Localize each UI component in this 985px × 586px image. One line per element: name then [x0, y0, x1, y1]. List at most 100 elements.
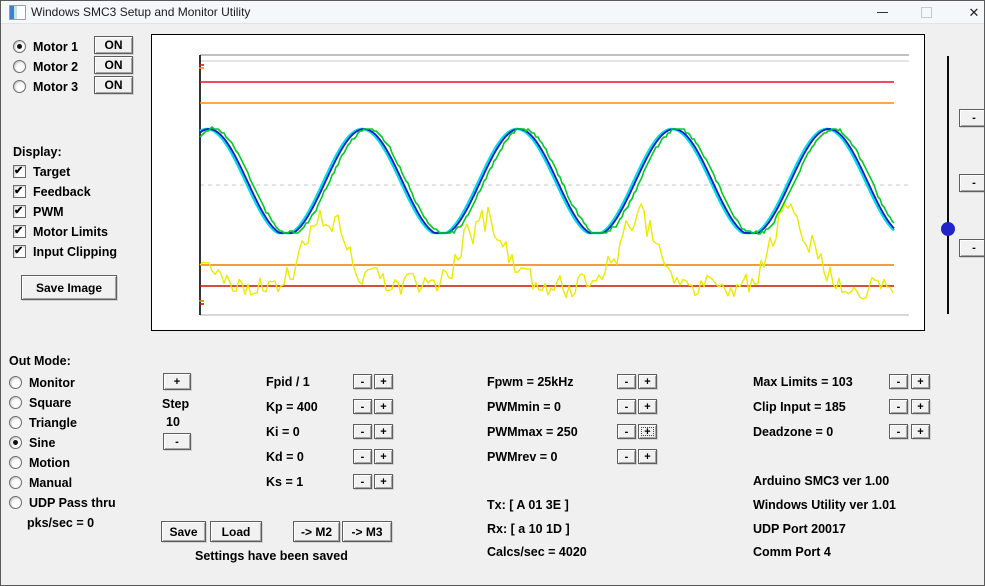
motor-1-option[interactable]: Motor 1: [13, 39, 78, 54]
out-mode-sine-option[interactable]: Sine: [9, 435, 55, 450]
kd-plus-button[interactable]: +: [374, 449, 393, 464]
fpwm-value: Fpwm = 25kHz: [487, 375, 574, 389]
step-plus-button[interactable]: +: [163, 373, 191, 390]
motor-1-label: Motor 1: [33, 39, 79, 54]
copy-to-m2-button[interactable]: -> M2: [293, 521, 340, 542]
ki-value: Ki = 0: [266, 425, 300, 439]
deadzone-minus-button[interactable]: -: [889, 424, 908, 439]
fpwm-minus-button[interactable]: -: [617, 374, 636, 389]
scale-slider-track[interactable]: [947, 56, 949, 314]
tx-value: Tx: [ A 01 3E ]: [487, 498, 569, 512]
out-mode-monitor-option[interactable]: Monitor: [9, 375, 75, 390]
radio-icon: [13, 80, 26, 93]
load-button[interactable]: Load: [210, 521, 262, 542]
out-mode-square-option[interactable]: Square: [9, 395, 71, 410]
max-limits-minus-button[interactable]: -: [889, 374, 908, 389]
out-mode-manual-option[interactable]: Manual: [9, 475, 72, 490]
maximize-icon: [920, 6, 932, 18]
display-input-clipping-label: Input Clipping: [33, 244, 118, 259]
rx-value: Rx: [ a 10 1D ]: [487, 522, 570, 536]
out-mode-motion-option[interactable]: Motion: [9, 455, 70, 470]
motor-3-label: Motor 3: [33, 79, 79, 94]
display-pwm-checkbox[interactable]: PWM: [13, 204, 64, 219]
arduino-version: Arduino SMC3 ver 1.00: [753, 474, 890, 488]
save-button[interactable]: Save: [161, 521, 206, 542]
pwmmax-value: PWMmax = 250: [487, 425, 578, 439]
pks-per-sec-value: pks/sec = 0: [27, 516, 95, 530]
radio-icon: [9, 396, 22, 409]
display-motor-limits-checkbox[interactable]: Motor Limits: [13, 224, 108, 239]
deadzone-plus-button[interactable]: +: [911, 424, 930, 439]
out-mode-triangle-option[interactable]: Triangle: [9, 415, 77, 430]
display-target-label: Target: [33, 164, 71, 179]
scale-slider-handle[interactable]: [941, 222, 955, 236]
out-mode-heading: Out Mode:: [9, 354, 71, 368]
out-mode-motion-label: Motion: [29, 455, 70, 470]
ks-value: Ks = 1: [266, 475, 304, 489]
smc3-utility-window: Windows SMC3 Setup and Monitor Utility ✕…: [0, 0, 985, 586]
display-motor-limits-label: Motor Limits: [33, 224, 108, 239]
fpid-plus-button[interactable]: +: [374, 374, 393, 389]
maximize-button[interactable]: [911, 1, 941, 23]
app-icon: [9, 5, 26, 20]
scale-minus-button-1[interactable]: -: [959, 109, 984, 127]
display-feedback-checkbox[interactable]: Feedback: [13, 184, 91, 199]
fpwm-plus-button[interactable]: +: [638, 374, 657, 389]
motor-2-on-button[interactable]: ON: [94, 56, 133, 74]
out-mode-manual-label: Manual: [29, 475, 73, 490]
radio-icon: [9, 476, 22, 489]
fpid-minus-button[interactable]: -: [353, 374, 372, 389]
motor-1-on-button[interactable]: ON: [94, 36, 133, 54]
max-limits-plus-button[interactable]: +: [911, 374, 930, 389]
motor-3-on-button[interactable]: ON: [94, 76, 133, 94]
kp-minus-button[interactable]: -: [353, 399, 372, 414]
ks-plus-button[interactable]: +: [374, 474, 393, 489]
save-image-button[interactable]: Save Image: [21, 275, 117, 300]
out-mode-square-label: Square: [29, 395, 72, 410]
checkbox-icon: [13, 204, 26, 218]
motor-2-option[interactable]: Motor 2: [13, 59, 78, 74]
minimize-button[interactable]: [867, 1, 897, 23]
max-limits-value: Max Limits = 103: [753, 375, 853, 389]
close-button[interactable]: ✕: [959, 1, 984, 23]
ks-minus-button[interactable]: -: [353, 474, 372, 489]
scale-minus-button-2[interactable]: -: [959, 174, 984, 192]
motor-2-label: Motor 2: [33, 59, 79, 74]
ki-minus-button[interactable]: -: [353, 424, 372, 439]
out-mode-udp-label: UDP Pass thru: [29, 495, 116, 510]
scope-chart: [151, 34, 925, 331]
ki-plus-button[interactable]: +: [374, 424, 393, 439]
pwmrev-minus-button[interactable]: -: [617, 449, 636, 464]
kp-plus-button[interactable]: +: [374, 399, 393, 414]
step-value: 10: [166, 415, 180, 429]
out-mode-sine-label: Sine: [29, 435, 56, 450]
pwmmin-plus-button[interactable]: +: [638, 399, 657, 414]
utility-version: Windows Utility ver 1.01: [753, 498, 896, 512]
pwmmin-minus-button[interactable]: -: [617, 399, 636, 414]
copy-to-m3-button[interactable]: -> M3: [342, 521, 392, 542]
titlebar: Windows SMC3 Setup and Monitor Utility ✕: [1, 1, 984, 24]
scope-chart-svg: [199, 54, 909, 316]
pwmrev-plus-button[interactable]: +: [638, 449, 657, 464]
clip-input-plus-button[interactable]: +: [911, 399, 930, 414]
display-target-checkbox[interactable]: Target: [13, 164, 70, 179]
out-mode-monitor-label: Monitor: [29, 375, 75, 390]
deadzone-value: Deadzone = 0: [753, 425, 834, 439]
checkbox-icon: [13, 224, 26, 238]
minimize-icon: [876, 11, 888, 13]
checkbox-icon: [13, 164, 26, 178]
pwmmax-minus-button[interactable]: -: [617, 424, 636, 439]
window-title: Windows SMC3 Setup and Monitor Utility: [31, 5, 251, 19]
out-mode-udp-option[interactable]: UDP Pass thru: [9, 495, 116, 510]
step-minus-button[interactable]: -: [163, 433, 191, 450]
scale-minus-button-3[interactable]: -: [959, 239, 984, 257]
pwmmin-value: PWMmin = 0: [487, 400, 561, 414]
checkbox-icon: [13, 184, 26, 198]
clip-input-minus-button[interactable]: -: [889, 399, 908, 414]
motor-3-option[interactable]: Motor 3: [13, 79, 78, 94]
kd-minus-button[interactable]: -: [353, 449, 372, 464]
display-input-clipping-checkbox[interactable]: Input Clipping: [13, 244, 117, 259]
radio-icon: [9, 436, 22, 449]
fpid-value: Fpid / 1: [266, 375, 310, 389]
pwmmax-plus-button[interactable]: +: [638, 424, 657, 439]
